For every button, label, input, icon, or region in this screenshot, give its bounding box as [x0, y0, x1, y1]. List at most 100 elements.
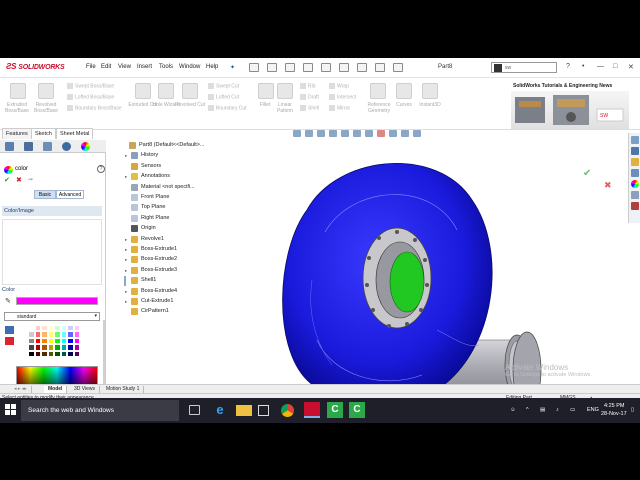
- solidworks-resources-icon[interactable]: [631, 136, 639, 144]
- linear-pattern-label[interactable]: Linear Pattern: [270, 102, 300, 114]
- user-icon[interactable]: •: [582, 63, 584, 70]
- revolved-cut-icon[interactable]: [182, 83, 198, 99]
- inlet-flange[interactable]: [362, 227, 432, 329]
- custom-properties-icon[interactable]: [631, 191, 639, 199]
- pin-icon[interactable]: ⇾: [28, 176, 33, 183]
- mirror-button[interactable]: Mirror: [329, 105, 350, 111]
- volume-icon[interactable]: ♪: [556, 407, 559, 413]
- view-settings-icon[interactable]: [401, 130, 409, 137]
- file-properties-icon[interactable]: [375, 63, 385, 72]
- select-icon[interactable]: [339, 63, 349, 72]
- view-palette-icon[interactable]: [631, 169, 639, 177]
- display-style-icon[interactable]: [353, 130, 361, 137]
- show-hidden-icons[interactable]: ^: [526, 407, 529, 413]
- display-manager-tab-icon[interactable]: [81, 142, 90, 151]
- revolved-boss-icon[interactable]: [38, 83, 54, 99]
- file-explorer-icon[interactable]: [631, 158, 639, 166]
- instant3d-label[interactable]: Instant3D: [414, 102, 446, 108]
- menu-file[interactable]: File: [86, 64, 96, 70]
- menu-tools[interactable]: Tools: [159, 64, 173, 70]
- save-icon[interactable]: [285, 63, 295, 72]
- curves-icon[interactable]: [396, 83, 412, 99]
- file-explorer-taskbar-icon[interactable]: [236, 405, 252, 416]
- palette-swatch[interactable]: [73, 350, 80, 357]
- options-icon[interactable]: [393, 63, 403, 72]
- reference-geometry-icon[interactable]: [370, 83, 386, 99]
- solidworks-taskbar-icon[interactable]: [304, 402, 320, 418]
- basic-button[interactable]: Basic: [34, 190, 56, 199]
- notifications-icon[interactable]: ▯: [631, 407, 634, 413]
- clock-date[interactable]: 28-Nov-17: [601, 411, 627, 417]
- tab-sheet-metal[interactable]: Sheet Metal: [56, 128, 94, 139]
- add-swatch-icon[interactable]: [5, 326, 14, 334]
- maximize-button[interactable]: □: [613, 63, 617, 70]
- palette-dropdown[interactable]: standard ▾: [4, 312, 100, 321]
- search-input[interactable]: sw: [491, 62, 557, 73]
- section-view-icon[interactable]: [329, 130, 337, 137]
- zoom-area-icon[interactable]: [305, 130, 313, 137]
- revolved-boss-label[interactable]: Revolved Boss/Base: [31, 102, 61, 114]
- advanced-button[interactable]: Advanced: [56, 190, 84, 199]
- linear-pattern-icon[interactable]: [277, 83, 293, 99]
- previous-view-icon[interactable]: [317, 130, 325, 137]
- hide-show-items-icon[interactable]: [365, 130, 373, 137]
- feature-manager-tab-icon[interactable]: [5, 142, 14, 151]
- appearances-scenes-icon[interactable]: [631, 180, 639, 188]
- selected-face[interactable]: [389, 251, 425, 313]
- language-indicator[interactable]: ENG: [587, 407, 599, 413]
- pin-menu-icon[interactable]: ✦: [230, 64, 235, 71]
- extruded-cut-icon[interactable]: [135, 83, 151, 99]
- rib-button[interactable]: Rib: [300, 83, 316, 89]
- solidworks-forum-icon[interactable]: [631, 202, 639, 210]
- people-icon[interactable]: ☺: [510, 407, 516, 413]
- view-orientation-icon[interactable]: [341, 130, 349, 137]
- boundary-boss-button[interactable]: Boundary Boss/Base: [67, 105, 122, 111]
- news-banner-image[interactable]: SW: [511, 91, 629, 129]
- display-monitor-icon[interactable]: [413, 130, 421, 137]
- extruded-boss-label[interactable]: Extruded Boss/Base: [2, 102, 32, 114]
- undo-icon[interactable]: [321, 63, 331, 72]
- lofted-cut-button[interactable]: Lofted Cut: [208, 94, 239, 100]
- chrome-icon[interactable]: [281, 404, 294, 417]
- tab-sketch[interactable]: Sketch: [31, 128, 56, 139]
- intersect-button[interactable]: Intersect: [329, 94, 356, 100]
- selection-box[interactable]: [2, 219, 102, 285]
- camtasia-recorder-icon[interactable]: C: [349, 402, 365, 418]
- zoom-to-fit-icon[interactable]: [293, 130, 301, 137]
- lofted-boss-button[interactable]: Lofted Boss/Base: [67, 94, 114, 100]
- network-icon[interactable]: ▤: [540, 407, 545, 413]
- open-icon[interactable]: [267, 63, 277, 72]
- edge-icon[interactable]: e: [212, 402, 228, 418]
- edit-appearance-icon[interactable]: [377, 130, 385, 137]
- clock-time[interactable]: 4:25 PM: [604, 403, 624, 409]
- confirm-corner-ok-icon[interactable]: ✔: [583, 168, 591, 179]
- boundary-cut-button[interactable]: Boundary Cut: [208, 105, 247, 111]
- dimxpert-tab-icon[interactable]: [62, 142, 71, 151]
- rebuild-icon[interactable]: [357, 63, 367, 72]
- tab-features[interactable]: Features: [2, 128, 32, 139]
- revolved-cut-label[interactable]: Revolved Cut: [175, 102, 205, 108]
- task-view-icon[interactable]: [189, 405, 200, 415]
- remove-swatch-icon[interactable]: [5, 337, 14, 345]
- hole-wizard-icon[interactable]: [158, 83, 174, 99]
- keyboard-icon[interactable]: ▭: [570, 407, 575, 413]
- menu-view[interactable]: View: [118, 64, 131, 70]
- swept-cut-button[interactable]: Swept Cut: [208, 83, 239, 89]
- cancel-x-icon[interactable]: ✖: [16, 176, 22, 184]
- new-document-icon[interactable]: [249, 63, 259, 72]
- property-manager-tab-icon[interactable]: [24, 142, 33, 151]
- shell-button[interactable]: Shell: [300, 105, 319, 111]
- minimize-button[interactable]: —: [597, 63, 604, 70]
- help-dropdown-icon[interactable]: ?: [566, 63, 570, 70]
- extruded-boss-icon[interactable]: [10, 83, 26, 99]
- print-icon[interactable]: [303, 63, 313, 72]
- menu-window[interactable]: Window: [179, 64, 200, 70]
- help-icon[interactable]: ?: [97, 165, 105, 173]
- wrap-button[interactable]: Wrap: [329, 83, 349, 89]
- store-icon[interactable]: [258, 405, 269, 416]
- windows-start-icon[interactable]: [5, 404, 16, 415]
- close-button[interactable]: ✕: [628, 63, 634, 71]
- menu-help[interactable]: Help: [206, 64, 218, 70]
- fillet-icon[interactable]: [258, 83, 274, 99]
- configuration-manager-tab-icon[interactable]: [43, 142, 52, 151]
